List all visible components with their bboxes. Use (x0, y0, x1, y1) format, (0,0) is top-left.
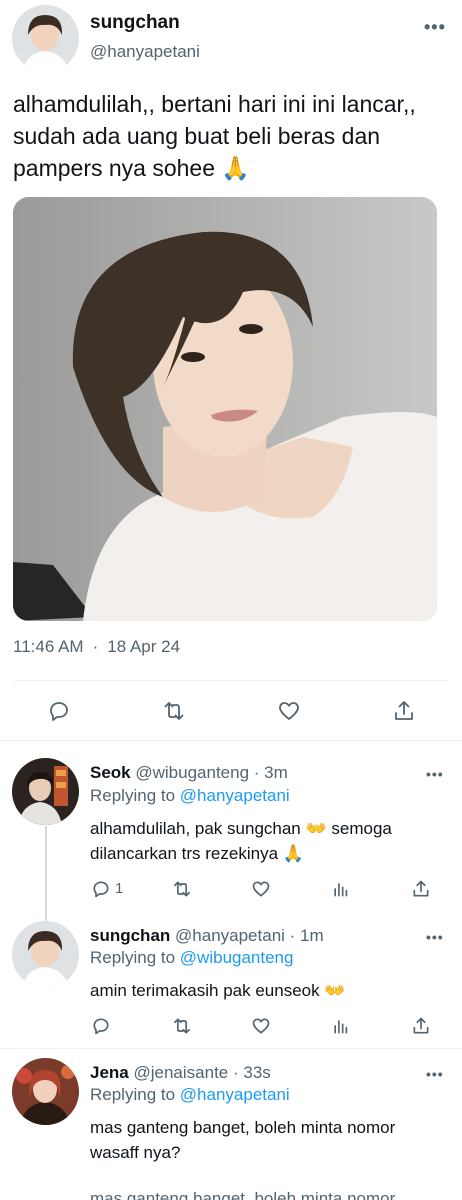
main-tweet-photo[interactable] (13, 197, 437, 621)
reply-2-replying-to: Replying to @wibuganteng (90, 948, 293, 968)
reply-icon[interactable] (90, 1015, 112, 1037)
reply-2-age: · 1m (289, 926, 324, 945)
main-tweet-time: 11:46 AM (13, 637, 84, 656)
main-tweet-display-name[interactable]: sungchan (90, 12, 180, 34)
reply-3-display-name[interactable]: Jena (90, 1063, 129, 1082)
reply-icon[interactable] (44, 696, 74, 726)
main-tweet-date: 18 Apr 24 (107, 637, 181, 656)
reply-1-mention[interactable]: @hanyapetani (180, 786, 290, 805)
reply-2-display-name[interactable]: sungchan (90, 926, 170, 945)
share-icon[interactable] (389, 696, 419, 726)
reply-1-handle[interactable]: @wibuganteng (135, 763, 249, 782)
reply-2-header: sungchan @hanyapetani · 1m (90, 926, 324, 946)
main-tweet-text: alhamdulilah,, bertani hari ini ini lanc… (13, 91, 416, 181)
retweet-icon[interactable] (171, 878, 193, 900)
reply-icon[interactable] (90, 878, 112, 900)
heart-icon[interactable] (250, 1015, 272, 1037)
reply-3-header: Jena @jenaisante · 33s (90, 1063, 271, 1083)
share-icon[interactable] (410, 878, 432, 900)
main-tweet-avatar[interactable] (12, 5, 79, 72)
reply-divider (0, 1048, 462, 1049)
reply-3-text: mas ganteng banget, boleh minta nomor wa… (90, 1118, 396, 1162)
reply-avatar-sungchan[interactable] (12, 921, 79, 988)
reply-1-header: Seok @wibuganteng · 3m (90, 763, 288, 783)
reply-3-more-icon[interactable]: ••• (426, 1067, 444, 1081)
cut-off-reply-text: mas ganteng banget, boleh minta nomor (90, 1189, 396, 1200)
reply-1-more-icon[interactable]: ••• (426, 767, 444, 781)
share-icon[interactable] (410, 1015, 432, 1037)
reply-avatar-seok[interactable] (12, 758, 79, 825)
main-tweet-handle[interactable]: @hanyapetani (90, 42, 200, 62)
heart-icon[interactable] (274, 696, 304, 726)
replying-prefix: Replying to (90, 948, 176, 967)
retweet-icon[interactable] (171, 1015, 193, 1037)
reply-2-handle[interactable]: @hanyapetani (175, 926, 285, 945)
main-tweet-divider (13, 680, 449, 681)
reply-3-replying-to: Replying to @hanyapetani (90, 1085, 290, 1105)
main-tweet-more-icon[interactable]: ••• (424, 18, 446, 36)
reply-1-age: · 3m (253, 763, 288, 782)
reply-avatar-jena[interactable] (12, 1058, 79, 1125)
reply-2-more-icon[interactable]: ••• (426, 930, 444, 944)
meta-separator: · (92, 637, 99, 656)
replying-prefix: Replying to (90, 786, 176, 805)
replying-prefix: Replying to (90, 1085, 176, 1104)
views-icon[interactable] (330, 878, 352, 900)
views-icon[interactable] (330, 1015, 352, 1037)
heart-icon[interactable] (250, 878, 272, 900)
thread-line (45, 826, 47, 922)
reply-2-text: amin terimakasih pak eunseok 👐 (90, 981, 346, 1000)
reply-1-text: alhamdulilah, pak sungchan 👐 semoga dila… (90, 819, 392, 863)
actions-divider (0, 740, 462, 741)
retweet-icon[interactable] (159, 696, 189, 726)
reply-1-reply-count: 1 (115, 880, 124, 897)
reply-1-display-name[interactable]: Seok (90, 763, 131, 782)
reply-3-mention[interactable]: @hanyapetani (180, 1085, 290, 1104)
reply-2-mention[interactable]: @wibuganteng (180, 948, 294, 967)
main-tweet-meta: 11:46 AM · 18 Apr 24 (13, 637, 180, 657)
reply-1-replying-to: Replying to @hanyapetani (90, 786, 290, 806)
reply-3-handle[interactable]: @jenaisante (133, 1063, 228, 1082)
reply-3-age: · 33s (232, 1063, 271, 1082)
